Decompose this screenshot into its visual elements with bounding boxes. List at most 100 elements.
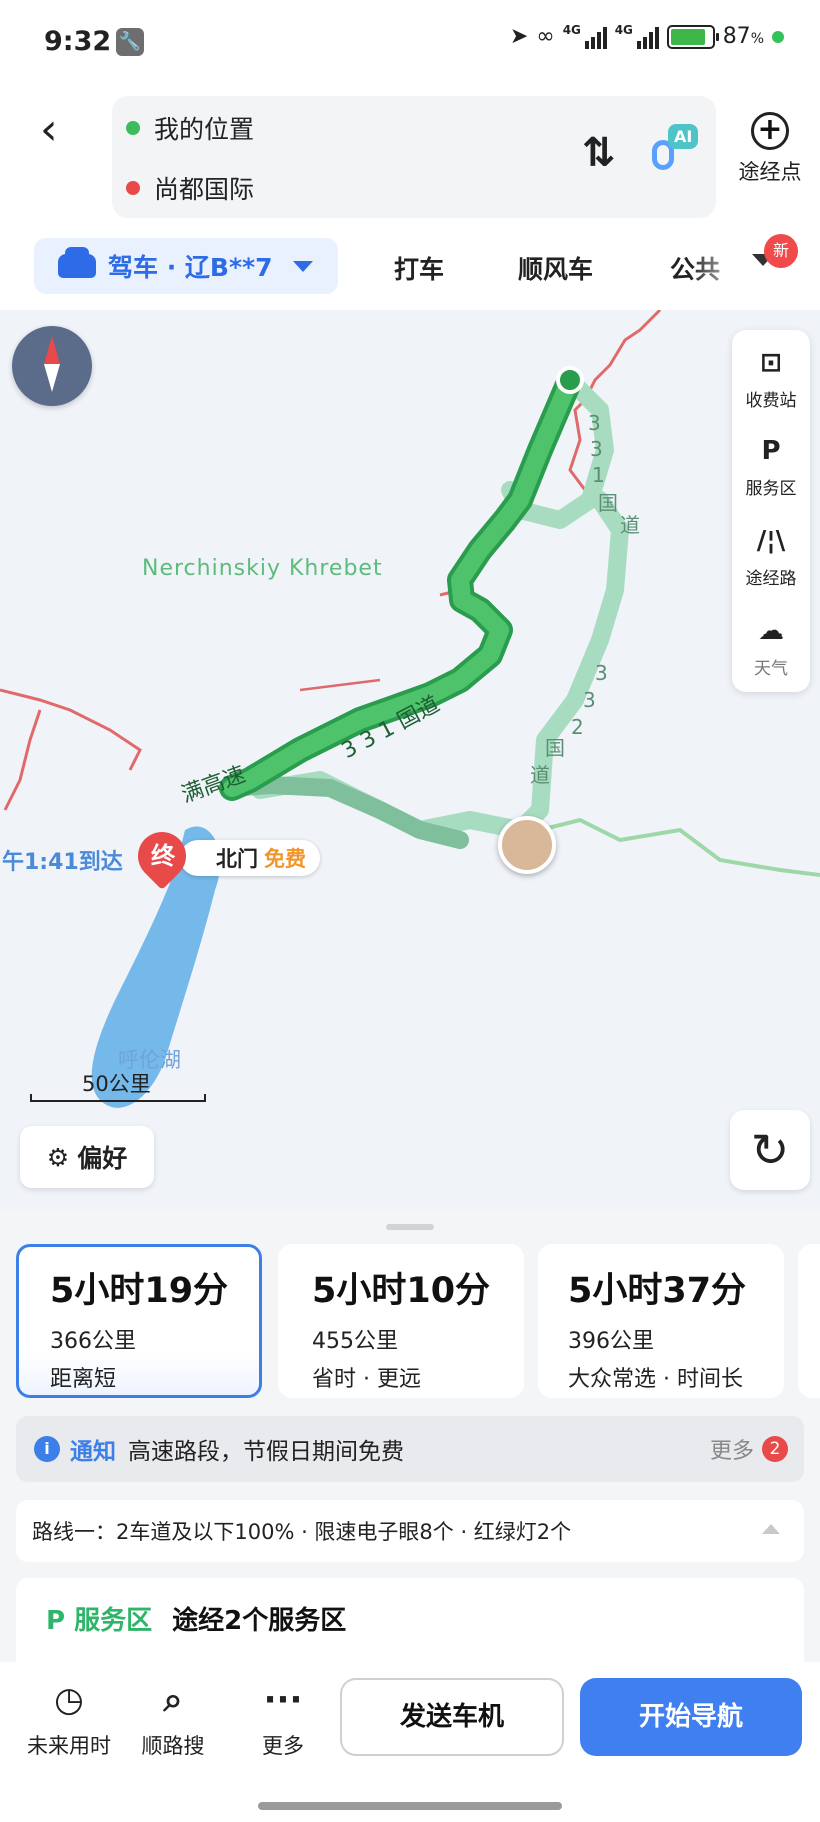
- notice-more[interactable]: 更多: [710, 1433, 754, 1465]
- more-label: 更多: [262, 1734, 304, 1758]
- tab-driving[interactable]: 驾车 · 辽B**7: [34, 238, 338, 294]
- preference-label: 偏好: [77, 1144, 128, 1173]
- toll-label[interactable]: 北门 免费: [180, 840, 320, 876]
- route-time: 5小时10分: [312, 1271, 491, 1311]
- border-line: [0, 688, 142, 771]
- route-option-1[interactable]: 5小时19分 366公里 距离短: [16, 1244, 262, 1398]
- compass-button[interactable]: [12, 326, 92, 406]
- refresh-button[interactable]: ↻: [730, 1110, 810, 1190]
- road-label: 3: [590, 437, 603, 461]
- destination-pin-label: 终: [151, 842, 175, 870]
- road-label: 2: [571, 715, 584, 739]
- origin-text: 我的位置: [154, 115, 255, 144]
- route-tag: 省时 · 更远: [312, 1367, 421, 1392]
- route-option-3[interactable]: 5小时37分 396公里 大众常选 · 时间长: [538, 1244, 784, 1398]
- signal-icon: 4G: [615, 23, 659, 49]
- add-waypoint-button[interactable]: + 途经点: [730, 112, 810, 186]
- route-option-partial[interactable]: [798, 1244, 820, 1398]
- toll-station-icon: ⊡: [760, 348, 782, 378]
- border-line: [3, 709, 42, 811]
- route-option-2[interactable]: 5小时10分 455公里 省时 · 更远: [278, 1244, 524, 1398]
- ai-badge: AI: [668, 124, 699, 149]
- scale-bar: [30, 1094, 206, 1102]
- more-button[interactable]: ··· 更多: [228, 1678, 338, 1760]
- ellipsis-icon: ···: [263, 1680, 303, 1720]
- compass-north-icon: [44, 336, 60, 364]
- road-label: 国: [598, 491, 618, 515]
- service-area-button[interactable]: P 服务区: [732, 434, 810, 499]
- origin-dot-icon: [126, 121, 140, 135]
- tab-driving-label: 驾车 · 辽B**7: [108, 253, 273, 282]
- service-area-text: 途经2个服务区: [172, 1606, 347, 1636]
- route-time: 5小时37分: [568, 1271, 747, 1311]
- swap-icon[interactable]: ⇅: [582, 130, 616, 176]
- tab-fade: [690, 240, 750, 290]
- route-distance: 396公里: [568, 1329, 654, 1354]
- cloud-icon: ☁: [758, 616, 784, 646]
- route-detail-row[interactable]: 路线一：2车道及以下100% · 限速电子眼8个 · 红绿灯2个: [16, 1500, 804, 1562]
- home-indicator[interactable]: [258, 1802, 562, 1810]
- destination-field[interactable]: 尚都国际: [126, 170, 254, 206]
- sheet-handle[interactable]: [386, 1224, 434, 1230]
- route-tag: 距离短: [50, 1367, 117, 1392]
- map-tools-panel: ⊡ 收费站 P 服务区 /¦\ 途经路 ☁ 天气: [732, 330, 810, 692]
- road-label: 道: [530, 763, 550, 787]
- road-label: 3: [588, 411, 601, 435]
- along-search-label: 顺路搜: [141, 1734, 205, 1758]
- link-icon: ∞: [536, 24, 555, 49]
- compass-south-icon: [44, 364, 60, 392]
- tab-carpool[interactable]: 顺风车: [518, 250, 593, 286]
- along-search-button[interactable]: ⌕ 顺路搜: [118, 1678, 228, 1760]
- refresh-icon: ↻: [750, 1123, 790, 1177]
- notice-bar[interactable]: i 通知 高速路段，节假日期间免费 更多 2: [16, 1416, 804, 1482]
- road-label: 3: [595, 661, 608, 685]
- parking-icon: P: [46, 1606, 75, 1636]
- back-button[interactable]: ‹: [40, 100, 84, 160]
- sliders-icon: ⚙: [46, 1142, 70, 1172]
- road-label: 满高速: [178, 762, 249, 808]
- future-time-button[interactable]: ◷ 未来用时: [14, 1678, 124, 1760]
- battery-unit: %: [750, 31, 764, 47]
- weather-label: 天气: [754, 659, 788, 679]
- via-road-button[interactable]: /¦\ 途经路: [732, 524, 810, 589]
- route-input-box: 我的位置 尚都国际 ⇅ AI: [112, 96, 716, 218]
- route-time: 5小时19分: [50, 1271, 229, 1311]
- tab-taxi[interactable]: 打车: [394, 250, 444, 286]
- alt-route-line: [221, 776, 469, 849]
- destination-dot-icon: [126, 181, 140, 195]
- route-distance: 366公里: [50, 1329, 136, 1354]
- location-arrow-icon: ➤: [509, 24, 529, 49]
- destination-text: 尚都国际: [154, 175, 255, 204]
- send-to-car-button[interactable]: 发送车机: [340, 1678, 564, 1756]
- info-icon: i: [34, 1436, 60, 1462]
- status-indicators: ➤ ∞ 4G 4G 87%: [509, 23, 784, 49]
- toll-station-button[interactable]: ⊡ 收费站: [732, 346, 810, 411]
- road-label: 1: [592, 463, 605, 487]
- ai-voice-button[interactable]: AI: [646, 124, 704, 182]
- arrival-time-label: 午1:41到达: [2, 850, 123, 875]
- toll-free-tag: 免费: [264, 847, 306, 871]
- river-line: [539, 817, 820, 877]
- notice-count-badge: 2: [762, 1436, 788, 1462]
- wrench-icon: 🔧: [116, 28, 144, 56]
- bottom-action-bar: ◷ 未来用时 ⌕ 顺路搜 ··· 更多 发送车机 开始导航: [0, 1662, 820, 1822]
- status-time: 9:32: [44, 26, 112, 57]
- toll-station-label: 收费站: [745, 391, 797, 411]
- map-view[interactable]: 3 3 1 国 道 3 3 2 国 道 3 3 1 国道 满高速 ⊡ 收费站 P…: [0, 310, 820, 1210]
- status-bar: 9:32 🔧 ➤ ∞ 4G 4G 87%: [0, 0, 820, 84]
- privacy-dot: [772, 30, 784, 43]
- start-navigation-button[interactable]: 开始导航: [580, 1678, 802, 1756]
- service-area-row[interactable]: P 服务区 途经2个服务区: [16, 1578, 804, 1668]
- battery-percent: 87: [722, 24, 751, 49]
- waypoint-label: 途经点: [738, 160, 802, 184]
- chevron-down-icon: [292, 260, 313, 272]
- weather-button[interactable]: ☁ 天气: [732, 614, 810, 679]
- chevron-up-icon[interactable]: [762, 1524, 780, 1534]
- road-label: 3: [583, 688, 596, 712]
- new-badge: 新: [764, 234, 798, 268]
- border-line: [299, 678, 381, 692]
- preference-button[interactable]: ⚙ 偏好: [20, 1126, 154, 1188]
- battery-fill: [670, 28, 706, 45]
- origin-field[interactable]: 我的位置: [126, 110, 254, 146]
- user-avatar: [498, 816, 556, 874]
